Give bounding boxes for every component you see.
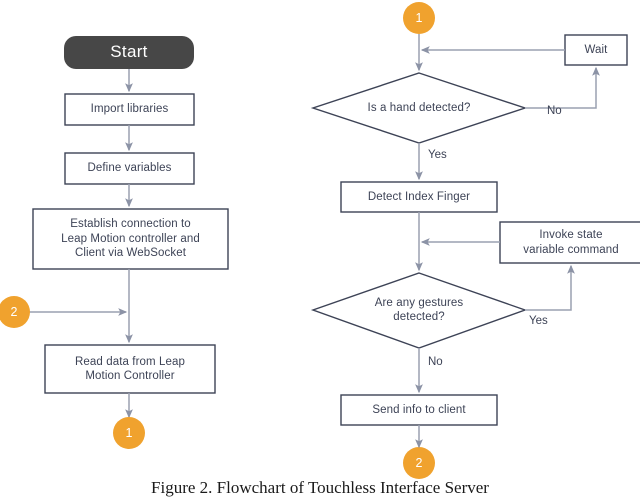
gesture-decision-yes-label: Yes bbox=[529, 315, 548, 327]
hand-decision-no-label: No bbox=[547, 105, 562, 117]
flowchart-graphics bbox=[0, 2, 640, 479]
right-connector-1: 1 bbox=[415, 11, 423, 25]
figure-caption: Figure 2. Flowchart of Touchless Interfa… bbox=[151, 478, 489, 497]
send-info-shape bbox=[340, 394, 498, 426]
arrow-gesture-yes-to-invoke bbox=[525, 264, 575, 311]
establish-connection-shape bbox=[32, 208, 229, 270]
arrow-hand-no-to-wait bbox=[525, 66, 600, 109]
gesture-decision-no-label: No bbox=[428, 356, 443, 368]
hand-decision-shape bbox=[310, 72, 528, 144]
left-connector-1: 1 bbox=[125, 426, 133, 440]
start-node-shape bbox=[64, 36, 194, 69]
flowchart-canvas: Start Import libraries Define variables … bbox=[0, 0, 640, 501]
invoke-state-shape bbox=[499, 221, 640, 264]
read-data-shape bbox=[44, 344, 216, 394]
gesture-decision-shape bbox=[310, 272, 528, 349]
left-connector-2: 2 bbox=[10, 305, 18, 319]
wait-shape bbox=[564, 34, 628, 66]
hand-decision-yes-label: Yes bbox=[428, 149, 447, 161]
detect-index-finger-shape bbox=[340, 181, 498, 213]
define-variables-shape bbox=[64, 152, 195, 185]
import-libraries-shape bbox=[64, 93, 195, 126]
right-connector-2: 2 bbox=[415, 456, 423, 470]
